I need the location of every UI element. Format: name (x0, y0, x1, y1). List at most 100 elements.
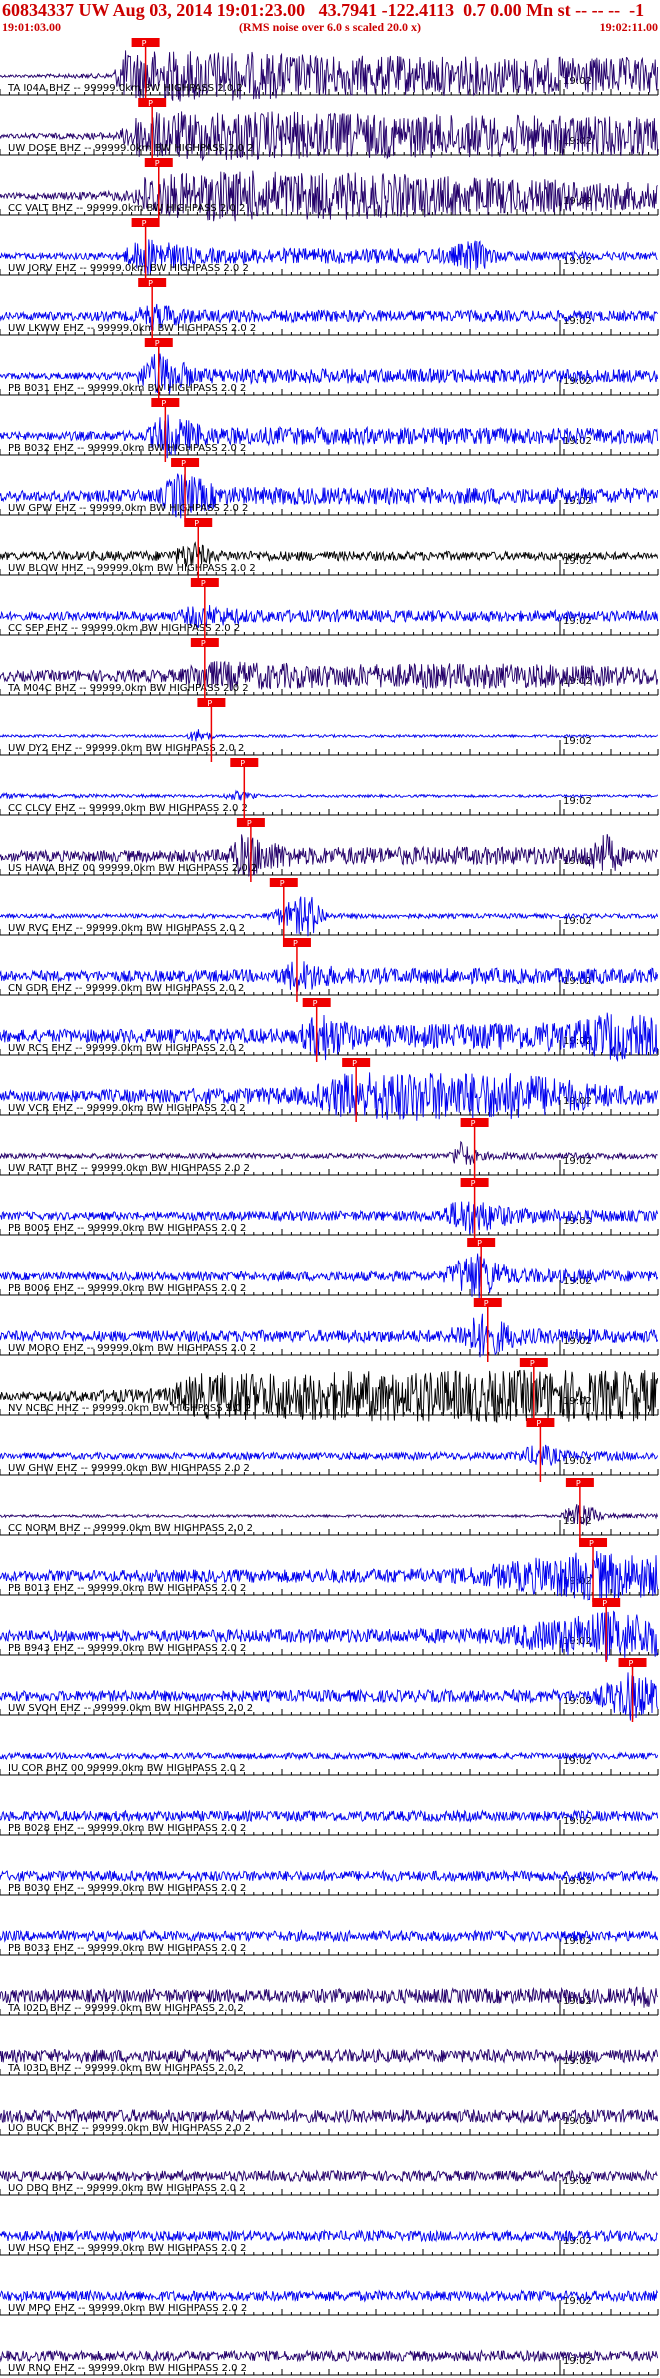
trace-row: 19:02CC NORM BHZ -- 99999.0km BW HIGHPAS… (0, 1478, 659, 1542)
station-label: PB B013 EHZ -- 99999.0km BW HIGHPASS 2.0… (8, 1583, 246, 1594)
event-title: 60834337 UW Aug 03, 2014 19:01:23.00 43.… (2, 0, 645, 20)
pick-label: P (536, 1419, 541, 1428)
station-label: CN GDR EHZ -- 99999.0km BW HIGHPASS 2.0 … (8, 983, 244, 994)
station-label: CC VALT BHZ -- 99999.0km BW HIGHPASS 2.0… (8, 203, 245, 214)
end-time-label: 19:02:11.00 (599, 20, 658, 34)
pick-label: P (181, 459, 186, 468)
trace-row: 19:02NV NCBC HHZ -- 99999.0km BW HIGHPAS… (0, 1358, 659, 1424)
trace-row: 19:02 CC CLCV EHZ -- 99999.0km BW HIGHPAS… (0, 758, 659, 822)
trace-row: 19:02UW RVC EHZ -- 99999.0km BW HIGHPASS… (0, 878, 659, 942)
pick-label: P (293, 939, 298, 948)
trace-row: 19:02UO BUCK BHZ -- 99999.0km BW HIGHPAS… (0, 2108, 659, 2136)
waveform (0, 2169, 658, 2183)
waveform (0, 789, 658, 801)
trace-row: 19:02UO DBO BHZ -- 99999.0km BW HIGHPASS… (0, 2169, 659, 2196)
station-label: PB B030 EHZ -- 99999.0km BW HIGHPASS 2.0… (8, 1883, 246, 1894)
trace-row: 19:02UW VCR EHZ -- 99999.0km BW HIGHPASS… (0, 1058, 659, 1122)
waveform (0, 1929, 659, 1943)
station-label: TA I02D BHZ -- 99999.0km BW HIGHPASS 2.0… (7, 2003, 244, 2014)
station-label: NV NCBC HHZ -- 99999.0km BW HIGHPASS 2.0… (8, 1403, 251, 1414)
waveform (0, 1751, 659, 1761)
waveform (0, 2108, 659, 2124)
pick-label: P (589, 1539, 594, 1548)
station-label: PB B006 EHZ -- 99999.0km BW HIGHPASS 2.0… (8, 1283, 246, 1294)
station-label: TA I03D BHZ -- 99999.0km BW HIGHPASS 2.0… (7, 2063, 244, 2074)
station-label: PB B033 EHZ -- 99999.0km BW HIGHPASS 2.0… (8, 1943, 246, 1954)
waveform (0, 729, 658, 742)
waveform (0, 1140, 658, 1165)
pick-label: P (155, 339, 160, 348)
station-label: UW MORO EHZ -- 99999.0km BW HIGHPASS 2.0… (8, 1343, 256, 1354)
pick-label: P (142, 219, 147, 228)
minute-label: 19:02 (563, 316, 592, 327)
station-label: TA I04A BHZ -- 99999.0km BW HIGHPASS 2.0… (7, 83, 243, 94)
waveform (0, 2349, 659, 2363)
pick-label: P (280, 879, 285, 888)
trace-row: 19:02TA I02D BHZ -- 99999.0km BW HIGHPAS… (0, 1986, 659, 2016)
trace-row: 19:02PB B943 EHZ -- 99999.0km BW HIGHPAS… (0, 1598, 659, 1662)
trace-row: 19:02UW BLOW HHZ -- 99999.0km BW HIGHPAS… (0, 518, 659, 582)
waveform (0, 1869, 659, 1883)
trace-row: 19:02UW GHW EHZ -- 99999.0km BW HIGHPASS… (0, 1418, 659, 1482)
waveform (0, 2048, 659, 2064)
trace-row: 19:02PB B028 EHZ -- 99999.0km BW HIGHPAS… (0, 1809, 659, 1836)
trace-row: 19:02 UW LKWW EHZ -- 99999.0km BW HIGHPAS… (0, 278, 659, 342)
pick-label: P (576, 1479, 581, 1488)
pick-label: P (155, 159, 160, 168)
scale-note: (RMS noise over 6.0 s scaled 20.0 x) (238, 20, 422, 34)
trace-row: 19:02IU COR BHZ 00 99999.0km BW HIGHPASS… (0, 1751, 659, 1776)
trace-row: 19:02CC VALT BHZ -- 99999.0km BW HIGHPAS… (0, 158, 659, 222)
trace-row: 19:02UW MORO EHZ -- 99999.0km BW HIGHPAS… (0, 1298, 659, 1362)
trace-row: 19:02UW GPW EHZ -- 99999.0km BW HIGHPASS… (0, 458, 659, 522)
station-label: UW BLOW HHZ -- 99999.0km BW HIGHPASS 2.0… (8, 563, 256, 574)
trace-row: 19:02UW SVOH EHZ -- 99999.0km BW HIGHPAS… (0, 1658, 659, 1722)
record-header: 60834337 UW Aug 03, 2014 19:01:23.00 43.… (0, 0, 660, 36)
station-label: PB B028 EHZ -- 99999.0km BW HIGHPASS 2.0… (8, 1823, 246, 1834)
station-label: CC NORM BHZ -- 99999.0km BW HIGHPASS 2.0… (8, 1523, 253, 1534)
trace-row: 19:02TA I04A BHZ -- 99999.0km BW HIGHPAS… (0, 38, 659, 102)
trace-row: 19:02UW RATT BHZ -- 99999.0km BW HIGHPAS… (0, 1118, 659, 1182)
pick-label: P (142, 39, 147, 48)
pick-label: P (313, 999, 318, 1008)
pick-label: P (477, 1239, 482, 1248)
pick-label: P (471, 1179, 476, 1188)
pick-label: P (530, 1359, 535, 1368)
pick-label: P (471, 1119, 476, 1128)
minute-label: 19:02 (563, 736, 592, 747)
pick-label: P (207, 699, 212, 708)
pick-label: P (201, 639, 206, 648)
pick-label: P (247, 819, 252, 828)
station-label: CC CLCV EHZ -- 99999.0km BW HIGHPASS 2.0… (8, 803, 248, 814)
station-label: UW JORV EHZ -- 99999.0km BW HIGHPASS 2.0… (8, 263, 249, 274)
trace-row: 19:02UW MPO EHZ -- 99999.0km BW HIGHPASS… (0, 2289, 659, 2316)
waveform (0, 2289, 659, 2303)
station-label: UW HSO EHZ -- 99999.0km BW HIGHPASS 2.0 … (8, 2243, 247, 2254)
trace-row: 19:02PB B030 EHZ -- 99999.0km BW HIGHPAS… (0, 1869, 659, 1896)
station-label: UW GHW EHZ -- 99999.0km BW HIGHPASS 2.0 … (8, 1463, 250, 1474)
station-label: PB B032 EHZ -- 99999.0km BW HIGHPASS 2.0… (8, 443, 246, 454)
pick-label: P (602, 1599, 607, 1608)
station-label: UW RATT BHZ -- 99999.0km BW HIGHPASS 2.0… (8, 1163, 250, 1174)
station-label: UW RNO EHZ -- 99999.0km BW HIGHPASS 2.0 … (8, 2363, 247, 2374)
station-label: UW VCR EHZ -- 99999.0km BW HIGHPASS 2.0 … (8, 1103, 246, 1114)
waveform (0, 1809, 659, 1823)
station-label: UW RCS EHZ -- 99999.0km BW HIGHPASS 2.0 … (8, 1043, 245, 1054)
station-label: IU COR BHZ 00 99999.0km BW HIGHPASS 2.0 … (8, 1763, 246, 1774)
station-label: UW MPO EHZ -- 99999.0km BW HIGHPASS 2.0 … (8, 2303, 247, 2314)
trace-row: 19:02UW RCS EHZ -- 99999.0km BW HIGHPASS… (0, 998, 659, 1063)
trace-row: 19:02PB B032 EHZ -- 99999.0km BW HIGHPAS… (0, 398, 659, 462)
trace-row: 19:02 UW DY2 EHZ -- 99999.0km BW HIGHPASS… (0, 698, 659, 762)
trace-row: 19:02PB B031 EHZ -- 99999.0km BW HIGHPAS… (0, 338, 659, 402)
pick-label: P (484, 1299, 489, 1308)
seismogram-plot: 19:02 TA I04A BHZ -- 99999.0km BW HIGHPAS… (0, 38, 659, 2376)
station-label: UO DBO BHZ -- 99999.0km BW HIGHPASS 2.0 … (8, 2183, 246, 2194)
station-label: US HAWA BHZ 00 99999.0km BW HIGHPASS 2.0… (8, 863, 257, 874)
trace-row: 19:02UW RNO EHZ -- 99999.0km BW HIGHPASS… (0, 2349, 659, 2376)
station-label: UW RVC EHZ -- 99999.0km BW HIGHPASS 2.0 … (8, 923, 245, 934)
pick-label: P (629, 1659, 634, 1668)
pick-label: P (148, 279, 153, 288)
minute-label: 19:02 (563, 796, 592, 807)
trace-row: 19:02PB B013 EHZ -- 99999.0km BW HIGHPAS… (0, 1538, 659, 1602)
trace-row: 19:02US HAWA BHZ 00 99999.0km BW HIGHPAS… (0, 818, 659, 882)
station-label: TA M04C BHZ -- 99999.0km BW HIGHPASS 2.0… (7, 683, 249, 694)
